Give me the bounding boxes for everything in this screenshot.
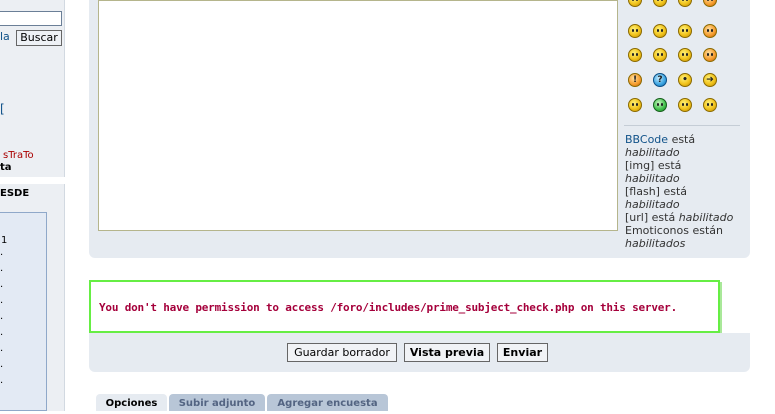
smiley-idea-icon[interactable]: • (678, 73, 692, 87)
smiley-yellow-glasses-icon[interactable] (703, 98, 717, 112)
flash-state: habilitado (625, 198, 680, 211)
smiley-orange-icon[interactable] (703, 48, 717, 62)
smiley-yellow-icon[interactable] (678, 48, 692, 62)
send-button[interactable]: Enviar (497, 343, 548, 362)
online-user-name[interactable]: sTraTo (3, 150, 34, 161)
sidebar-list-marker: · (0, 282, 4, 293)
sidebar-list-marker: · (0, 346, 4, 357)
bbcode-status-line: BBCode está (625, 133, 695, 146)
sidebar-list-marker: · (0, 330, 4, 341)
bbcode-status: está (671, 133, 696, 146)
smiley-arrow-icon[interactable]: ➔ (703, 73, 717, 87)
smiley-yellow-icon[interactable] (653, 48, 667, 62)
search-button[interactable]: Buscar (16, 30, 62, 46)
sidebar-link-fragment[interactable]: [ (0, 102, 5, 116)
tab-add-poll[interactable]: Agregar encuesta (267, 394, 388, 411)
bbcode-state: habilitado (625, 146, 680, 159)
smiley-yellow-icon[interactable] (628, 98, 642, 112)
smiley-yellow-icon[interactable] (628, 24, 642, 38)
smiley-yellow-icon[interactable] (653, 24, 667, 38)
sidebar-list-marker: · (0, 298, 4, 309)
smiley-question-icon[interactable]: ? (653, 73, 667, 87)
url-status: [url] está (625, 211, 676, 224)
smiley-orange-icon[interactable] (703, 24, 717, 38)
save-draft-button[interactable]: Guardar borrador (287, 343, 397, 362)
preview-button[interactable]: Vista previa (404, 343, 490, 362)
smiley-yellow-icon[interactable] (628, 48, 642, 62)
sidebar-list-marker: · (0, 250, 4, 261)
error-message-text: You don't have permission to access /for… (99, 301, 678, 314)
smiley-yellow-glasses-icon[interactable] (678, 98, 692, 112)
sidebar-list-marker: · (0, 314, 4, 325)
search-input[interactable] (0, 11, 62, 26)
smilies-divider (624, 125, 740, 126)
emoticons-status: Emoticonos están (625, 224, 723, 237)
smiley-yellow-icon[interactable] (678, 24, 692, 38)
bbcode-link[interactable]: BBCode (625, 133, 668, 146)
online-user-role: ta (0, 162, 12, 173)
sidebar-section-title: ESDE (0, 188, 30, 199)
sidebar-counter: 1 (1, 235, 8, 246)
emoticons-state: habilitados (625, 237, 686, 250)
tab-options[interactable]: Opciones (96, 394, 167, 411)
sidebar-list-marker: · (0, 378, 4, 389)
url-status-line: [url] está habilitado (625, 211, 733, 224)
sidebar-list-marker: · (0, 266, 4, 277)
smiley-warning-icon[interactable]: ! (628, 73, 642, 87)
smiley-green-icon[interactable] (653, 98, 667, 112)
flash-status: [flash] está (625, 185, 688, 198)
tab-upload-attachment[interactable]: Subir adjunto (169, 394, 265, 411)
img-status: [img] está (625, 159, 682, 172)
sidebar-list-marker: · (0, 362, 4, 373)
url-state: habilitado (678, 211, 734, 224)
img-state: habilitado (625, 172, 680, 185)
search-lang-label: la (0, 30, 10, 43)
message-textarea[interactable] (98, 0, 618, 231)
